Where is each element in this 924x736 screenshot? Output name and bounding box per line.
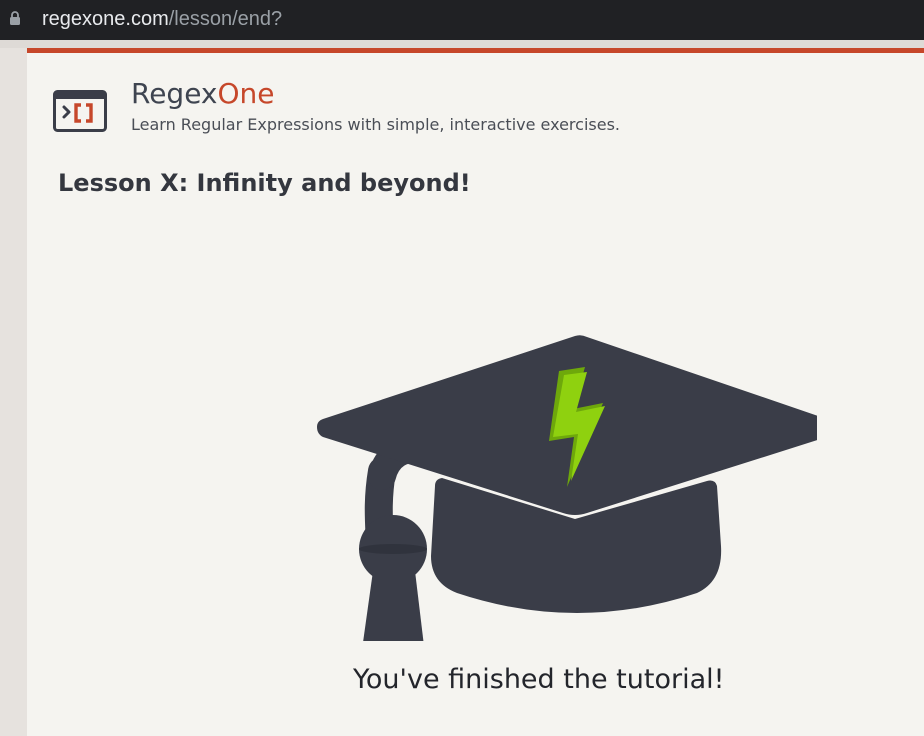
url-host: regexone.com bbox=[42, 8, 169, 30]
tagline: Learn Regular Expressions with simple, i… bbox=[131, 115, 620, 134]
regexone-logo-icon[interactable] bbox=[53, 90, 107, 132]
url-path: /lesson/end? bbox=[168, 8, 283, 30]
address-bar[interactable]: regexone.com/lesson/end? bbox=[0, 0, 924, 40]
url-text[interactable]: regexone.com/lesson/end? bbox=[42, 7, 282, 31]
lock-icon[interactable] bbox=[9, 11, 21, 25]
brand-name[interactable]: RegexOne bbox=[131, 77, 275, 111]
browser-gap bbox=[0, 40, 924, 48]
left-margin bbox=[0, 48, 27, 736]
brand-prefix: Regex bbox=[131, 77, 218, 110]
lesson-title: Lesson X: Infinity and beyond! bbox=[58, 169, 471, 197]
completion-message: You've finished the tutorial! bbox=[353, 664, 725, 695]
graduation-cap-icon bbox=[317, 335, 817, 641]
brand-suffix: One bbox=[217, 77, 275, 110]
page-content: RegexOne Learn Regular Expressions with … bbox=[27, 48, 924, 736]
